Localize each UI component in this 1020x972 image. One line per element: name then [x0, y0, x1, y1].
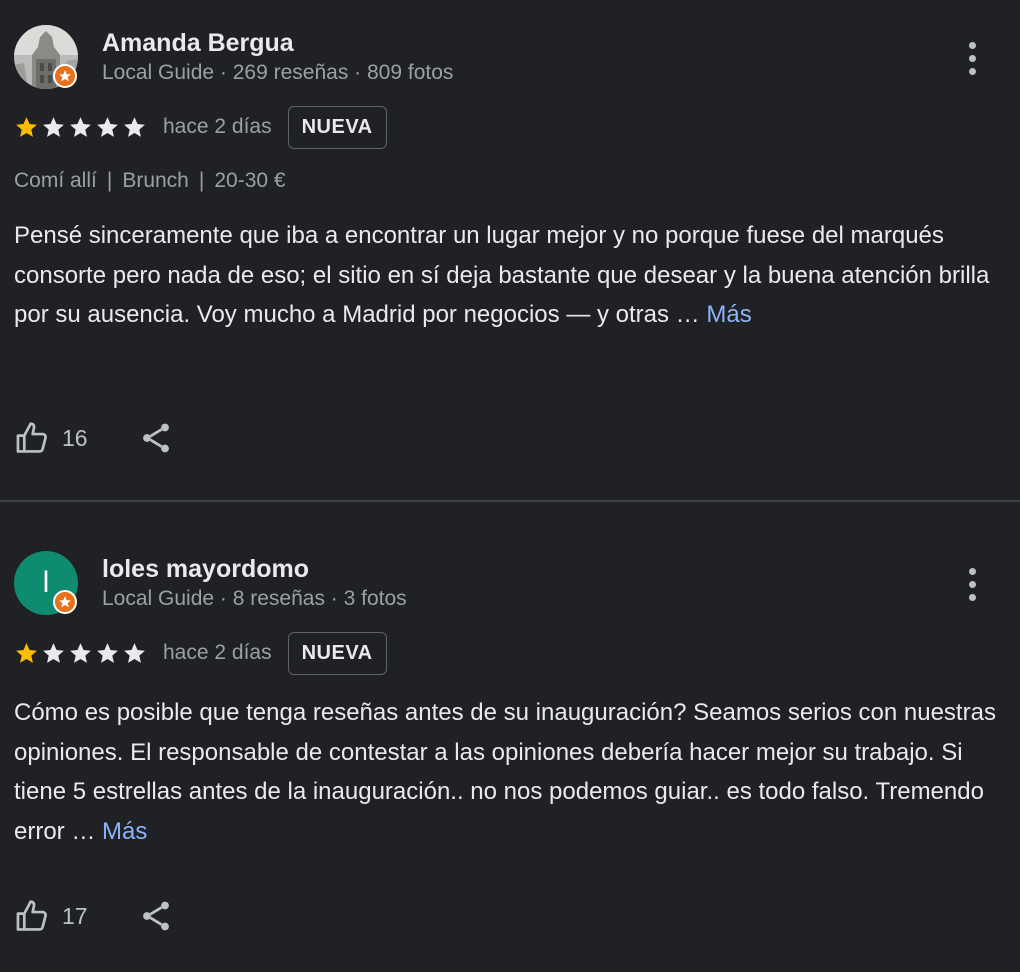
- like-count: 16: [62, 424, 88, 451]
- attribute-meal: Comí allí: [14, 169, 97, 192]
- rating-row: hace 2 días NUEVA: [14, 631, 387, 675]
- share-button[interactable]: [138, 898, 174, 934]
- review-actions: 17: [14, 894, 174, 938]
- star-empty-icon: [70, 642, 91, 663]
- review-time: hace 2 días: [163, 641, 272, 664]
- star-rating: [14, 115, 147, 140]
- more-link[interactable]: Más: [102, 818, 147, 845]
- review-actions: 16: [14, 416, 174, 460]
- more-link[interactable]: Más: [706, 301, 751, 328]
- review-text-content: Pensé sinceramente que iba a encontrar u…: [14, 222, 990, 328]
- attribute-price: 20-30 €: [214, 169, 286, 192]
- review-card: l loles mayordomo Local Guide · 8 reseña…: [0, 502, 1020, 972]
- thumbs-up-icon: [16, 900, 47, 931]
- star-empty-icon: [124, 116, 145, 137]
- local-guide-badge-icon: [53, 64, 77, 88]
- review-time: hace 2 días: [163, 115, 272, 138]
- star-filled-icon: [16, 642, 37, 663]
- avatar[interactable]: l: [14, 551, 78, 615]
- star-empty-icon: [97, 642, 118, 663]
- reviewer-name[interactable]: Amanda Bergua: [102, 29, 294, 58]
- star-empty-icon: [124, 642, 145, 663]
- like-button[interactable]: 16: [14, 419, 88, 457]
- star-empty-icon: [70, 116, 91, 137]
- new-badge: NUEVA: [287, 631, 387, 675]
- reviewer-name[interactable]: loles mayordomo: [102, 555, 309, 584]
- reviewer-meta: Local Guide · 269 reseñas · 809 fotos: [102, 61, 454, 84]
- review-text-content: Cómo es posible que tenga reseñas antes …: [14, 699, 996, 845]
- new-badge: NUEVA: [287, 105, 387, 149]
- attribute-meal-type: Brunch: [122, 169, 189, 192]
- local-guide-badge-icon: [53, 590, 77, 614]
- star-empty-icon: [43, 642, 64, 663]
- share-button[interactable]: [138, 420, 174, 456]
- star-empty-icon: [43, 116, 64, 137]
- review-attributes: Comí allí | Brunch | 20-30 €: [14, 169, 286, 192]
- share-icon: [142, 423, 169, 453]
- avatar[interactable]: [14, 25, 78, 89]
- review-text: Pensé sinceramente que iba a encontrar u…: [14, 216, 1004, 335]
- star-rating: [14, 641, 147, 666]
- more-options-icon[interactable]: [956, 564, 988, 604]
- like-count: 17: [62, 902, 88, 929]
- rating-row: hace 2 días NUEVA: [14, 105, 387, 149]
- star-filled-icon: [16, 116, 37, 137]
- review-text: Cómo es posible que tenga reseñas antes …: [14, 693, 1004, 851]
- star-empty-icon: [97, 116, 118, 137]
- share-icon: [142, 901, 169, 931]
- thumbs-up-icon: [16, 422, 47, 453]
- reviewer-meta: Local Guide · 8 reseñas · 3 fotos: [102, 587, 407, 610]
- review-card: Amanda Bergua Local Guide · 269 reseñas …: [0, 0, 1020, 500]
- more-options-icon[interactable]: [956, 38, 988, 78]
- like-button[interactable]: 17: [14, 897, 88, 935]
